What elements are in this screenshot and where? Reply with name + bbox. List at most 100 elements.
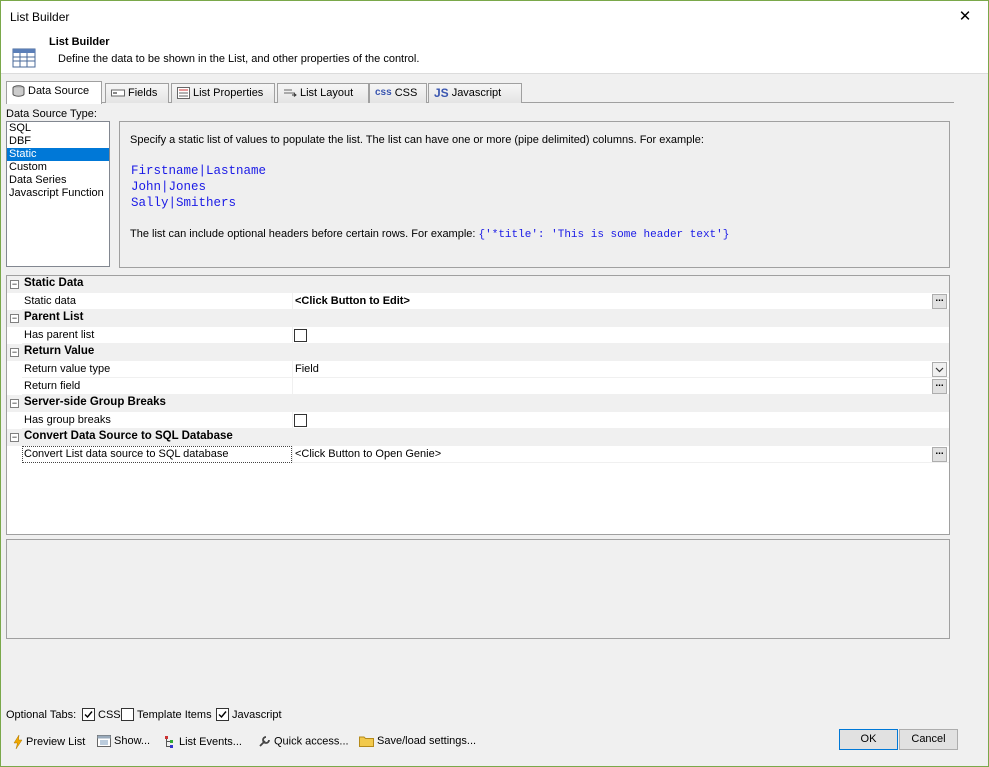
window-title: List Builder [10,10,70,24]
data-source-help-panel: Specify a static list of values to popul… [119,121,950,268]
optional-tab-javascript-label[interactable]: Javascript [232,709,282,721]
help-headers-note: The list can include optional headers be… [130,228,729,241]
bottom-toolbar: Preview List Show... List Events... Quic… [1,733,701,753]
optional-tab-template-label[interactable]: Template Items [137,709,212,721]
ok-button[interactable]: OK [839,729,898,750]
list-item[interactable]: Custom [7,161,109,174]
lightning-icon [13,734,23,750]
properties-icon [177,87,190,100]
checkmark-icon [84,711,93,719]
value-cell [292,327,949,344]
open-genie-button[interactable]: ... [932,447,947,462]
tab-strip: Data Source Fields List Properties List … [6,81,954,104]
header-description: Define the data to be shown in the List,… [58,53,420,65]
tab-label: List Layout [300,87,354,99]
optional-tab-css-checkbox[interactable] [82,708,95,721]
prop-value: <Click Button to Open Genie> [295,448,442,460]
property-description-panel [6,539,950,639]
category-label: Parent List [24,311,84,323]
list-item[interactable]: Javascript Function [7,187,109,200]
collapse-icon[interactable]: − [10,314,19,323]
value-cell [292,412,949,429]
css-icon: css [375,87,392,99]
tab-data-source[interactable]: Data Source [6,81,102,104]
prop-label: Return field [24,380,81,392]
prop-label: Return value type [24,363,111,375]
optional-tab-javascript-checkbox[interactable] [216,708,229,721]
list-item[interactable]: SQL [7,122,109,135]
category-return-value[interactable]: − Return Value [7,344,949,361]
collapse-icon[interactable]: − [10,399,19,408]
headers-note-text: The list can include optional headers be… [130,228,479,240]
preview-list-button[interactable]: Preview List [13,734,85,750]
prop-return-field[interactable]: Return field ... [7,378,949,395]
close-icon[interactable]: ✕ [942,1,988,32]
value-cell [292,361,949,378]
prop-label: Static data [24,295,76,307]
category-group-breaks[interactable]: − Server-side Group Breaks [7,395,949,412]
list-events-button[interactable]: List Events... [164,735,242,749]
tab-fields[interactable]: Fields [105,83,169,103]
has-group-breaks-checkbox[interactable] [294,414,307,427]
tab-css[interactable]: css CSS [369,83,427,103]
edit-static-data-button[interactable]: ... [932,294,947,309]
edit-return-field-button[interactable]: ... [932,379,947,394]
button-label: List Events... [179,735,242,748]
data-source-type-list[interactable]: SQL DBF Static Custom Data Series Javasc… [6,121,110,267]
save-load-settings-button[interactable]: Save/load settings... [359,735,477,748]
category-label: Server-side Group Breaks [24,396,166,408]
property-grid: − Static Data Static data <Click Button … [6,275,950,535]
tab-label: List Properties [193,87,264,99]
category-parent-list[interactable]: − Parent List [7,310,949,327]
layout-icon [284,89,297,97]
has-parent-list-checkbox[interactable] [294,329,307,342]
optional-tab-template-checkbox[interactable] [121,708,134,721]
checkmark-icon [218,711,227,719]
tab-list-properties[interactable]: List Properties [171,83,275,103]
show-button[interactable]: Show... [97,735,151,748]
list-item[interactable]: Data Series [7,174,109,187]
title-bar: List Builder ✕ [1,1,988,32]
code-example-line: Firstname|Lastname [131,164,267,178]
header-title: List Builder [49,36,110,48]
headers-example-code: {'*title': 'This is some header text'} [478,229,730,241]
wrench-icon [259,736,270,747]
js-icon: JS [434,86,449,101]
prop-has-parent-list[interactable]: Has parent list [7,327,949,344]
list-item[interactable]: DBF [7,135,109,148]
code-example-line: John|Jones [131,180,207,194]
code-example-line: Sally|Smithers [131,196,237,210]
category-label: Static Data [24,277,84,289]
collapse-icon[interactable]: − [10,348,19,357]
button-label: Quick access... [274,735,349,748]
quick-access-button[interactable]: Quick access... [258,735,349,748]
tab-list-layout[interactable]: List Layout [277,83,369,103]
button-label: Show... [114,735,151,747]
tab-label: CSS [394,87,418,99]
list-item-selected[interactable]: Static [7,148,109,161]
collapse-icon[interactable]: − [10,433,19,442]
return-value-type-dropdown[interactable] [932,362,947,377]
prop-return-value-type[interactable]: Return value type Field [7,361,949,378]
value-cell [292,378,949,395]
cancel-button[interactable]: Cancel [899,729,958,750]
button-label: Save/load settings... [377,735,477,747]
prop-label: Has group breaks [24,414,111,426]
prop-convert-data-source[interactable]: Convert List data source to SQL database… [7,446,949,463]
tab-javascript[interactable]: JS Javascript [428,83,522,103]
dialog-header: List Builder Define the data to be shown… [1,32,988,74]
optional-tabs-label: Optional Tabs: [6,709,77,721]
prop-value: Field [295,363,319,375]
category-static-data[interactable]: − Static Data [7,276,949,293]
list-builder-window: List Builder ✕ List Builder Define the d… [0,0,989,767]
tab-label: Data Source [28,85,90,97]
optional-tab-css-label[interactable]: CSS [98,709,121,721]
category-label: Return Value [24,345,95,357]
prop-label: Convert List data source to SQL database [24,448,229,460]
tab-label: Fields [128,87,158,99]
preview-window-icon [97,735,111,748]
prop-has-group-breaks[interactable]: Has group breaks [7,412,949,429]
prop-static-data[interactable]: Static data <Click Button to Edit> ... [7,293,949,310]
category-convert-data-source[interactable]: − Convert Data Source to SQL Database [7,429,949,446]
collapse-icon[interactable]: − [10,280,19,289]
